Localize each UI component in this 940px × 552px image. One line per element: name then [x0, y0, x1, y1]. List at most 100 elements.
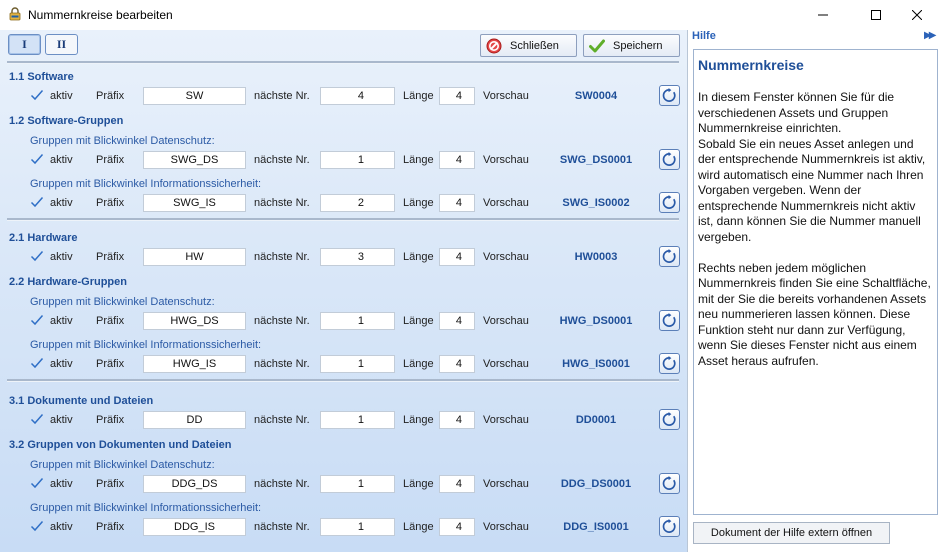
refresh-icon: [662, 519, 676, 533]
next-number-label: nächste Nr.: [254, 251, 310, 263]
prefix-input[interactable]: SW: [143, 87, 246, 105]
next-number-input[interactable]: 1: [320, 151, 395, 169]
renumber-button[interactable]: [659, 473, 680, 494]
length-label: Länge: [403, 521, 434, 533]
next-number-input[interactable]: 4: [320, 87, 395, 105]
prefix-label: Präfix: [96, 90, 125, 102]
close-button[interactable]: Schließen: [480, 34, 577, 57]
next-number-label: nächste Nr.: [254, 197, 310, 209]
length-label: Länge: [403, 90, 434, 102]
group-label-privacy: Gruppen mit Blickwinkel Datenschutz:: [30, 135, 215, 147]
length-input[interactable]: 4: [439, 355, 475, 373]
length-input[interactable]: 4: [439, 194, 475, 212]
length-input[interactable]: 4: [439, 87, 475, 105]
preview-value: SWG_DS0001: [559, 154, 633, 166]
active-label: aktiv: [50, 251, 73, 263]
separator: [7, 61, 679, 64]
preview-label: Vorschau: [483, 521, 529, 533]
tab-page-2[interactable]: II: [45, 34, 78, 55]
maximize-button[interactable]: [853, 0, 899, 30]
section-title-document-groups: 3.2 Gruppen von Dokumenten und Dateien: [9, 439, 232, 451]
renumber-button[interactable]: [659, 149, 680, 170]
number-range-row-hwg-ds: aktiv Präfix HWG_DS nächste Nr. 1 Länge …: [0, 310, 687, 333]
number-range-row-swg-ds: aktiv Präfix SWG_DS nächste Nr. 1 Länge …: [0, 149, 687, 172]
prefix-input[interactable]: SWG_IS: [143, 194, 246, 212]
separator: [7, 379, 679, 382]
length-label: Länge: [403, 154, 434, 166]
renumber-button[interactable]: [659, 409, 680, 430]
active-checkbox[interactable]: [30, 356, 44, 370]
section-title-software: 1.1 Software: [9, 71, 74, 83]
number-range-row-ddg-is: aktiv Präfix DDG_IS nächste Nr. 1 Länge …: [0, 516, 687, 539]
group-label-infosec: Gruppen mit Blickwinkel Informationssich…: [30, 339, 262, 351]
help-pane: Hilfe ▶▶ Nummernkreise In diesem Fenster…: [688, 30, 940, 552]
next-number-input[interactable]: 3: [320, 248, 395, 266]
active-checkbox[interactable]: [30, 412, 44, 426]
renumber-button[interactable]: [659, 516, 680, 537]
next-number-input[interactable]: 1: [320, 411, 395, 429]
active-label: aktiv: [50, 315, 73, 327]
length-input[interactable]: 4: [439, 248, 475, 266]
length-label: Länge: [403, 358, 434, 370]
prefix-input[interactable]: HWG_IS: [143, 355, 246, 373]
minimize-button[interactable]: [800, 0, 846, 30]
renumber-button[interactable]: [659, 310, 680, 331]
save-button-label: Speichern: [613, 39, 663, 52]
active-checkbox[interactable]: [30, 152, 44, 166]
prefix-label: Präfix: [96, 414, 125, 426]
title-bar: Nummernkreise bearbeiten: [0, 0, 940, 30]
prefix-input[interactable]: SWG_DS: [143, 151, 246, 169]
renumber-button[interactable]: [659, 353, 680, 374]
preview-value: SWG_IS0002: [562, 197, 630, 209]
next-number-input[interactable]: 1: [320, 475, 395, 493]
active-checkbox[interactable]: [30, 519, 44, 533]
renumber-button[interactable]: [659, 192, 680, 213]
active-checkbox[interactable]: [30, 195, 44, 209]
next-number-input[interactable]: 1: [320, 312, 395, 330]
prefix-label: Präfix: [96, 197, 125, 209]
number-range-row-dd: aktiv Präfix DD nächste Nr. 1 Länge 4 Vo…: [0, 409, 687, 432]
tab-page-1[interactable]: I: [8, 34, 41, 55]
prefix-input[interactable]: DD: [143, 411, 246, 429]
refresh-icon: [662, 88, 676, 102]
preview-value: DDG_DS0001: [560, 478, 632, 490]
help-content: Nummernkreise In diesem Fenster können S…: [693, 49, 938, 515]
length-input[interactable]: 4: [439, 518, 475, 536]
renumber-button[interactable]: [659, 85, 680, 106]
length-input[interactable]: 4: [439, 411, 475, 429]
length-label: Länge: [403, 478, 434, 490]
prefix-input[interactable]: HW: [143, 248, 246, 266]
open-help-external-button[interactable]: Dokument der Hilfe extern öffnen: [693, 522, 890, 544]
next-number-label: nächste Nr.: [254, 414, 310, 426]
next-number-input[interactable]: 1: [320, 355, 395, 373]
length-input[interactable]: 4: [439, 151, 475, 169]
next-number-label: nächste Nr.: [254, 478, 310, 490]
save-button[interactable]: Speichern: [583, 34, 680, 57]
group-label-privacy: Gruppen mit Blickwinkel Datenschutz:: [30, 296, 215, 308]
next-number-input[interactable]: 1: [320, 518, 395, 536]
length-input[interactable]: 4: [439, 312, 475, 330]
close-window-button[interactable]: [894, 0, 940, 30]
length-input[interactable]: 4: [439, 475, 475, 493]
active-label: aktiv: [50, 358, 73, 370]
preview-value: HWG_DS0001: [559, 315, 633, 327]
expand-help-icon[interactable]: ▶▶: [924, 30, 937, 41]
active-label: aktiv: [50, 154, 73, 166]
active-checkbox[interactable]: [30, 88, 44, 102]
preview-value: SW0004: [574, 90, 618, 102]
next-number-input[interactable]: 2: [320, 194, 395, 212]
prefix-input[interactable]: HWG_DS: [143, 312, 246, 330]
renumber-button[interactable]: [659, 246, 680, 267]
close-circle-icon: [486, 38, 502, 53]
active-checkbox[interactable]: [30, 476, 44, 490]
active-checkbox[interactable]: [30, 249, 44, 263]
number-range-row-hw: aktiv Präfix HW nächste Nr. 3 Länge 4 Vo…: [0, 246, 687, 269]
prefix-input[interactable]: DDG_IS: [143, 518, 246, 536]
active-label: aktiv: [50, 414, 73, 426]
prefix-input[interactable]: DDG_DS: [143, 475, 246, 493]
preview-label: Vorschau: [483, 315, 529, 327]
number-range-row-ddg-ds: aktiv Präfix DDG_DS nächste Nr. 1 Länge …: [0, 473, 687, 496]
active-checkbox[interactable]: [30, 313, 44, 327]
length-label: Länge: [403, 197, 434, 209]
number-ranges-pane: I II Schließen Speichern 1.1 Software ak…: [0, 30, 687, 552]
